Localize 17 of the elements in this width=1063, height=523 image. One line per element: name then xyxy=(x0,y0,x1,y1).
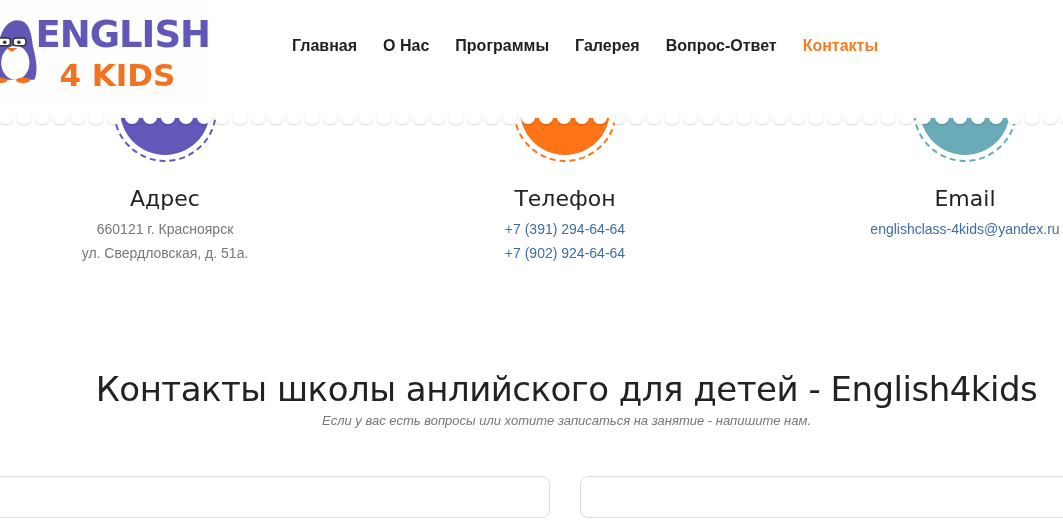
contact-title: Email xyxy=(934,186,996,211)
contact-link[interactable]: +7 (902) 924-64-64 xyxy=(504,241,626,265)
contact-link[interactable]: +7 (391) 294-64-64 xyxy=(504,217,626,241)
logo-text: ENGLISH xyxy=(35,16,210,53)
contact-text: ул. Свердловская, д. 51а. xyxy=(81,244,249,263)
nav-link[interactable]: О Нас xyxy=(383,37,430,55)
nav-link[interactable]: Галерея xyxy=(575,37,640,55)
logo-text: 4 KIDS xyxy=(59,60,177,91)
contact-title: Адрес xyxy=(130,186,200,211)
nav-link[interactable]: Вопрос-Ответ xyxy=(665,37,777,55)
contact-link[interactable]: englishclass-4kids@yandex.ru xyxy=(870,217,1060,241)
contact-text: 660121 г. Красноярск xyxy=(96,220,234,239)
section-subtitle: Если у вас есть вопросы или хотите записаться на занятие - напишите нам. xyxy=(322,413,811,428)
nav-link[interactable]: Главная xyxy=(292,37,358,55)
contact-title: Телефон xyxy=(514,186,616,211)
nav-link[interactable]: Программы xyxy=(455,37,550,55)
section-heading: Контакты школы анлийского для детей - English4kids xyxy=(95,369,1038,409)
